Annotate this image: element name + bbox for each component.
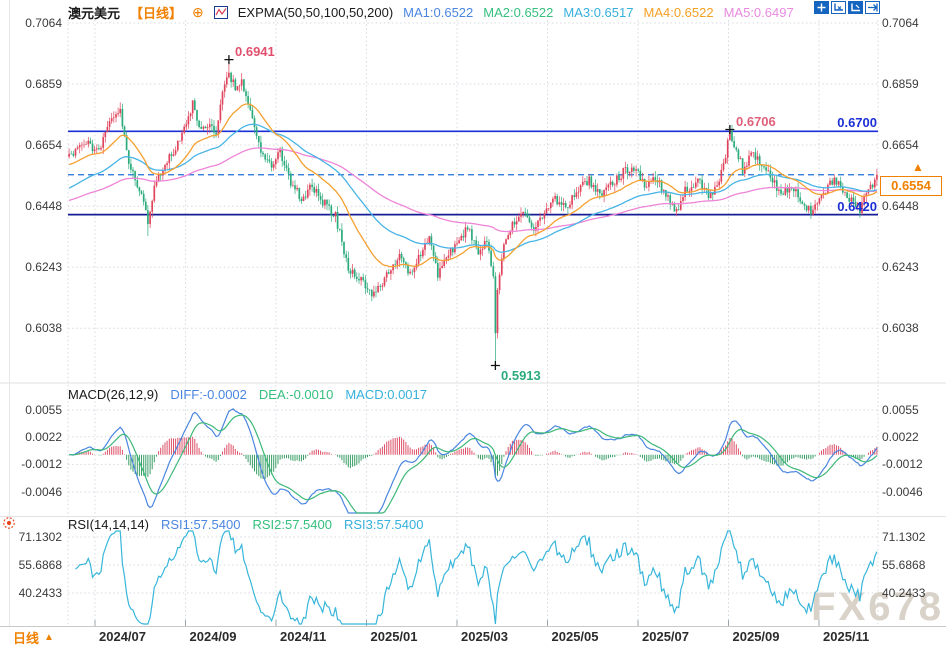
period-button[interactable]: 日线 ▲ [13,628,54,646]
fx-chart-app: FX678 0.67000.64200.69410.67060.59130.70… [0,0,946,646]
price-up-arrow-icon: ▲ [912,160,924,174]
rsi1-value: RSI1:57.5400 [161,517,241,532]
ma1-value: MA1:0.6522 [403,5,473,20]
rsi-legend: RSI(14,14,14) RSI1:57.5400 RSI2:57.5400 … [68,517,423,532]
zoom-area-icon[interactable] [831,1,846,14]
symbol-title: 澳元美元 [68,3,120,22]
main-chart-legend: 澳元美元 【日线】 ⊕ EXPMA(50,50,100,50,200) MA1:… [68,3,794,22]
add-indicator-icon[interactable]: ⊕ [192,6,204,19]
indicator-label[interactable]: EXPMA(50,50,100,50,200) [238,5,393,20]
current-price-badge: 0.6554 [880,176,942,196]
up-triangle-icon: ▲ [44,632,54,643]
ma3-value: MA3:0.6517 [563,5,633,20]
indicator-settings-icon[interactable] [2,516,16,530]
rsi-title[interactable]: RSI(14,14,14) [68,517,149,532]
time-axis-bar [0,626,946,646]
macd-legend: MACD(26,12,9) DIFF:-0.0002 DEA:-0.0010 M… [68,387,427,402]
pop-out-icon[interactable] [865,1,880,14]
ma5-value: MA5:0.6497 [724,5,794,20]
rsi3-value: RSI3:57.5400 [344,517,424,532]
period-tag[interactable]: 【日线】 [130,3,182,22]
rsi2-value: RSI2:57.5400 [252,517,332,532]
chart-type-icon[interactable] [214,6,228,19]
macd-dea-value: DEA:-0.0010 [259,387,333,402]
macd-macd-value: MACD:0.0017 [345,387,427,402]
ma2-value: MA2:0.6522 [483,5,553,20]
macd-diff-value: DIFF:-0.0002 [170,387,247,402]
macd-title[interactable]: MACD(26,12,9) [68,387,158,402]
crosshair-icon[interactable] [814,1,829,14]
chart-canvas[interactable] [0,0,946,646]
chart-toolbar [814,1,880,14]
axis-scale-icon[interactable] [848,1,863,14]
period-button-label: 日线 [13,628,39,646]
ma4-value: MA4:0.6522 [643,5,713,20]
